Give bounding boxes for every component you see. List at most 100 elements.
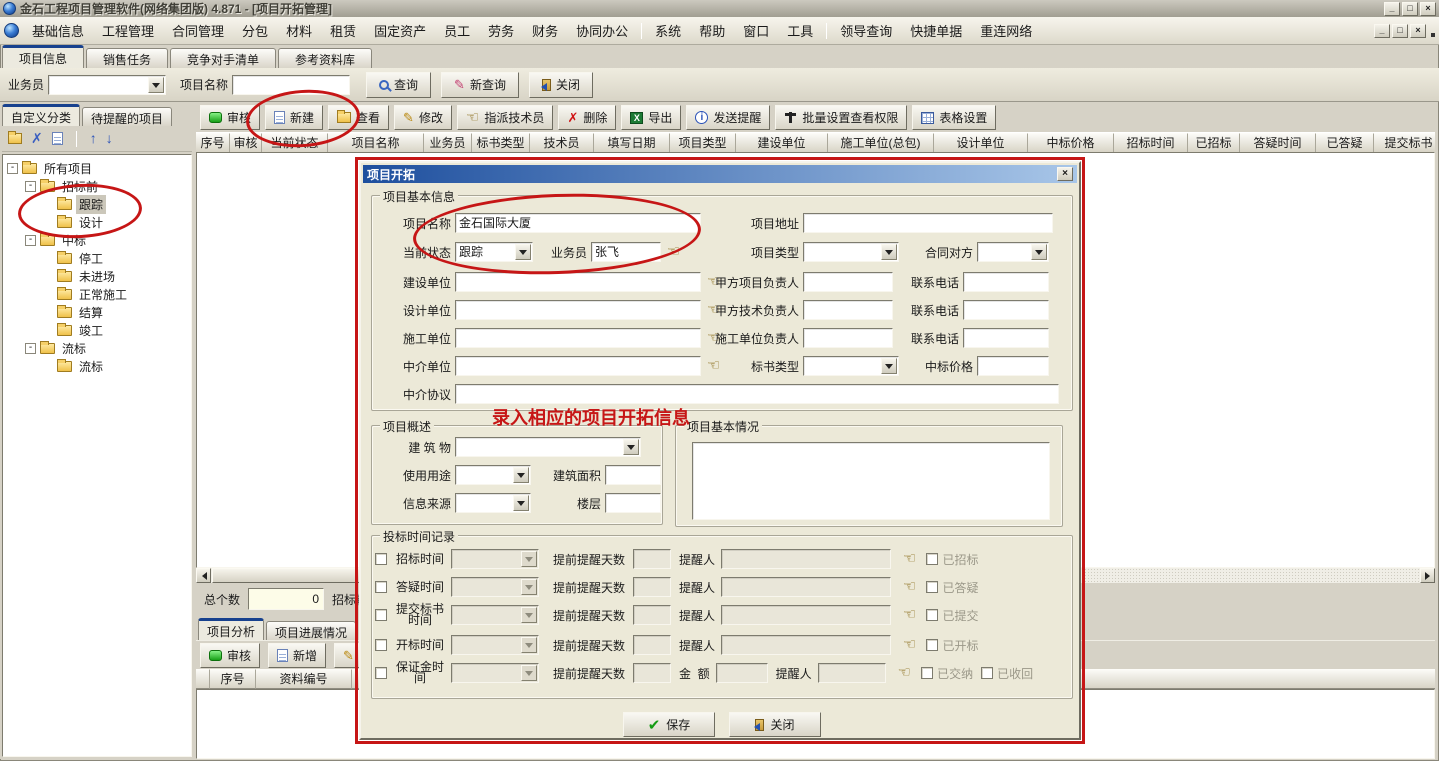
usage-select[interactable]	[455, 465, 531, 485]
qa-time-select[interactable]	[451, 577, 539, 597]
area-input[interactable]	[605, 465, 661, 485]
submit-done-checkbox[interactable]	[926, 609, 938, 621]
builder-unit-input[interactable]	[455, 328, 701, 348]
tree-item-lost-bid-group[interactable]: - 流标	[3, 339, 191, 357]
column-header-technician[interactable]: 技术员	[530, 133, 594, 152]
phone-input[interactable]	[963, 300, 1049, 320]
column-header-design-unit[interactable]: 设计单位	[934, 133, 1028, 152]
tree-item-all-projects[interactable]: - 所有项目	[3, 159, 191, 177]
assign-technician-button[interactable]: ☜ 指派技术员	[457, 105, 553, 130]
bottom-add-button[interactable]: 新增	[268, 643, 326, 668]
owner-project-leader-input[interactable]	[803, 272, 893, 292]
tab-reference-library[interactable]: 参考资料库	[278, 48, 372, 68]
delete-button[interactable]: ✗ 删除	[558, 105, 616, 130]
scroll-left-icon[interactable]	[196, 568, 211, 583]
tree-item-design[interactable]: 设计	[3, 213, 191, 231]
picker-hand-icon[interactable]: ☜	[903, 638, 916, 652]
basic-situation-textarea[interactable]	[692, 442, 1050, 520]
qa-time-checkbox[interactable]	[375, 581, 387, 593]
menu-reconnect[interactable]: 重连网络	[971, 18, 1041, 43]
owner-tech-leader-input[interactable]	[803, 300, 893, 320]
mdi-close-button[interactable]: ×	[1410, 24, 1426, 38]
tree-item-lost-bid[interactable]: 流标	[3, 357, 191, 375]
collapse-icon[interactable]: -	[25, 181, 36, 192]
reminder-input[interactable]	[721, 577, 891, 597]
column-header-qa-time[interactable]: 答疑时间	[1240, 133, 1316, 152]
menu-contract-mgmt[interactable]: 合同管理	[163, 18, 233, 43]
contract-party-select[interactable]	[977, 242, 1049, 262]
tree-item-completed[interactable]: 竣工	[3, 321, 191, 339]
close-button[interactable]: ×	[1420, 2, 1436, 16]
column-header-project-name[interactable]: 项目名称	[328, 133, 424, 152]
picker-hand-icon[interactable]: ☜	[903, 552, 916, 566]
deposit-time-select[interactable]	[451, 663, 539, 683]
menu-quick-docs[interactable]: 快捷单据	[901, 18, 971, 43]
bid-done-checkbox[interactable]	[926, 553, 938, 565]
current-status-select[interactable]: 跟踪	[455, 242, 533, 262]
menu-leader-query[interactable]: 领导查询	[831, 18, 901, 43]
dialog-close-button[interactable]: 关闭	[729, 712, 821, 737]
delete-category-icon[interactable]: ✗	[31, 130, 43, 147]
tab-custom-category[interactable]: 自定义分类	[2, 104, 80, 126]
tree-item-suspended[interactable]: 停工	[3, 249, 191, 267]
days-ahead-input[interactable]	[633, 549, 671, 569]
bid-type-select[interactable]	[803, 356, 899, 376]
qa-done-checkbox[interactable]	[926, 581, 938, 593]
paid-checkbox[interactable]	[921, 667, 933, 679]
export-button[interactable]: 导出	[621, 105, 681, 130]
column-header-builder-unit[interactable]: 施工单位(总包)	[828, 133, 934, 152]
tree-item-won-bid[interactable]: - 中标	[3, 231, 191, 249]
column-header-fill-date[interactable]: 填写日期	[594, 133, 670, 152]
open-bid-time-checkbox[interactable]	[375, 639, 387, 651]
column-header-bid-done[interactable]: 已招标	[1188, 133, 1240, 152]
chevron-down-icon[interactable]	[148, 77, 164, 93]
menu-tools[interactable]: 工具	[778, 18, 822, 43]
salesman-select[interactable]	[48, 75, 166, 95]
submit-bid-time-select[interactable]	[451, 605, 539, 625]
salesman-input[interactable]: 张飞	[591, 242, 661, 262]
menu-collaboration[interactable]: 协同办公	[567, 18, 637, 43]
menu-lease[interactable]: 租赁	[321, 18, 365, 43]
column-header-project-type[interactable]: 项目类型	[670, 133, 736, 152]
send-reminder-button[interactable]: 发送提醒	[686, 105, 770, 130]
chevron-down-icon[interactable]	[513, 467, 529, 483]
new-button[interactable]: 新建	[265, 105, 323, 130]
chevron-down-icon[interactable]	[513, 495, 529, 511]
open-done-checkbox[interactable]	[926, 639, 938, 651]
building-select[interactable]	[455, 437, 641, 457]
bid-price-input[interactable]	[977, 356, 1049, 376]
column-header-bid-type[interactable]: 标书类型	[472, 133, 530, 152]
chevron-down-icon[interactable]	[881, 358, 897, 374]
phone-input[interactable]	[963, 328, 1049, 348]
audit-button[interactable]: 审核	[200, 105, 260, 130]
column-header-submit-bid[interactable]: 提交标书	[1374, 133, 1435, 152]
new-folder-icon[interactable]	[8, 133, 22, 144]
menu-staff[interactable]: 员工	[435, 18, 479, 43]
picker-hand-icon[interactable]: ☜	[903, 608, 916, 622]
floor-input[interactable]	[605, 493, 661, 513]
deposit-time-checkbox[interactable]	[375, 667, 387, 679]
days-ahead-input[interactable]	[633, 663, 671, 683]
builder-leader-input[interactable]	[803, 328, 893, 348]
picker-hand-icon[interactable]: ☜	[903, 580, 916, 594]
minimize-button[interactable]: _	[1384, 2, 1400, 16]
tab-reminder-projects[interactable]: 待提醒的项目	[82, 107, 172, 126]
submit-bid-time-checkbox[interactable]	[375, 609, 387, 621]
days-ahead-input[interactable]	[633, 605, 671, 625]
tree-item-not-entered[interactable]: 未进场	[3, 267, 191, 285]
reminder-input[interactable]	[721, 605, 891, 625]
project-name-search-input[interactable]	[232, 75, 350, 95]
column-header-construction-unit[interactable]: 建设单位	[736, 133, 828, 152]
picker-hand-icon[interactable]: ☜	[667, 245, 680, 259]
menu-materials[interactable]: 材料	[277, 18, 321, 43]
agency-agreement-input[interactable]	[455, 384, 1059, 404]
column-header-seq[interactable]: 序号	[210, 669, 256, 689]
move-up-icon[interactable]: ↑	[90, 132, 97, 145]
view-button[interactable]: 查看	[328, 105, 389, 130]
project-name-input[interactable]: 金石国际大厦	[455, 213, 701, 233]
menu-project-mgmt[interactable]: 工程管理	[93, 18, 163, 43]
column-header-qa-done[interactable]: 已答疑	[1316, 133, 1374, 152]
close-view-button[interactable]: 关闭	[529, 72, 593, 98]
query-button[interactable]: 查询	[366, 72, 431, 98]
scroll-right-icon[interactable]	[1420, 568, 1435, 583]
